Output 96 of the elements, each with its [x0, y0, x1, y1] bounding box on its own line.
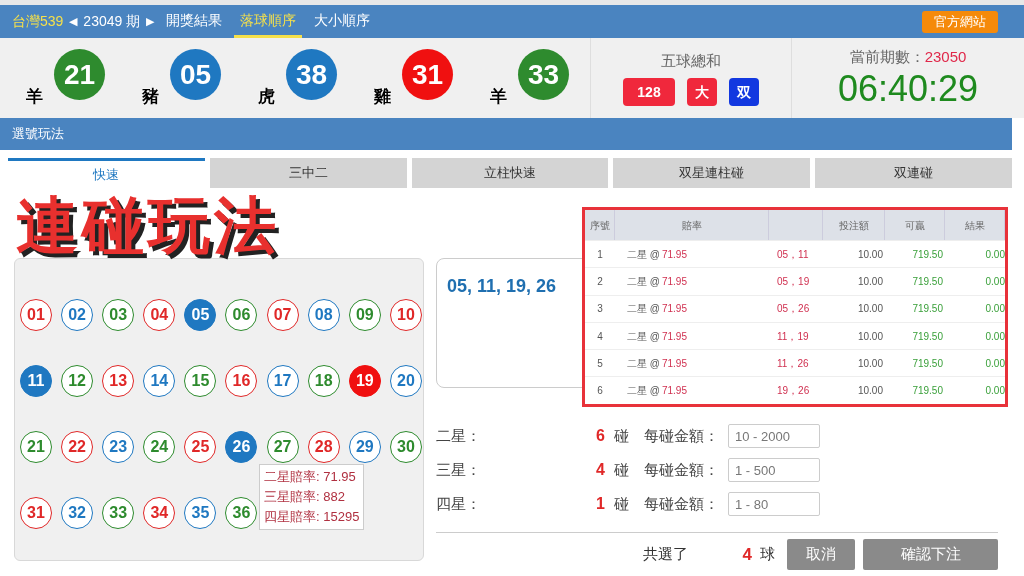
cancel-button[interactable]: 取消 [787, 539, 855, 570]
selected-numbers: 05, 11, 19, 26 [447, 276, 557, 296]
combo-unit: 碰 [614, 493, 630, 514]
star-label: 二星： [436, 425, 482, 446]
combo-unit: 碰 [614, 459, 630, 480]
table-cell-text: 719.50 [911, 302, 944, 317]
table-cell-text: 4 [596, 329, 604, 344]
play-tab[interactable]: 三中二 [209, 158, 407, 188]
table-cell-text: 0.00 [984, 247, 1005, 262]
table-cell-text: 719.50 [911, 329, 944, 344]
prev-arrow[interactable]: ◀ [69, 13, 78, 30]
odds-line: 三星賠率: 882 [264, 488, 346, 506]
table-cell-text: 719.50 [911, 247, 944, 262]
amount-field[interactable]: 1 - 500 [728, 458, 820, 482]
official-site-button[interactable]: 官方網站 [922, 10, 998, 33]
table-cell-text: 719.50 [911, 274, 944, 289]
table-cell-text: 二星 @ [627, 329, 660, 344]
result-tab[interactable]: 大小順序 [308, 5, 377, 38]
table-cell-text: 19，26 [776, 384, 811, 399]
amount-label: 每碰金額： [644, 493, 720, 514]
table-cell-text: 二星 @ [627, 384, 660, 399]
table-cell-text: 10.00 [856, 302, 884, 317]
odds-line: 四星賠率: 15295 [264, 508, 360, 526]
current-period-label: 當前期數： [849, 46, 925, 67]
table-cell-text: 0.00 [984, 274, 1005, 289]
total-unit: 球 [760, 544, 775, 565]
table-cell-text: 05，19 [776, 274, 811, 289]
countdown-timer: 06:40:29 [837, 68, 979, 111]
play-tab[interactable]: 双星連柱碰 [613, 158, 811, 188]
table-cell-text: 10.00 [856, 247, 884, 262]
sum-tag: 大 [686, 78, 717, 107]
amount-label: 每碰金額： [644, 459, 720, 480]
table-cell-text: 71.95 [661, 384, 687, 399]
total-label: 共選了 [642, 544, 689, 565]
amount-field[interactable]: 10 - 2000 [728, 424, 820, 448]
odds-line: 二星賠率: 71.95 [264, 468, 357, 486]
combo-count: 6 [596, 426, 606, 446]
table-cell-text: 5 [596, 356, 604, 371]
table-cell-text: 71.95 [661, 356, 687, 371]
table-cell-text: 10.00 [856, 274, 884, 289]
table-cell-text: 11，26 [776, 356, 810, 371]
table-cell-text: 1 [596, 247, 604, 262]
table-cell-text: 0.00 [984, 356, 1005, 371]
table-cell-text: 05，26 [776, 302, 811, 317]
amount-field[interactable]: 1 - 80 [728, 492, 820, 516]
period-number: 23049 期 [83, 12, 141, 31]
combo-count: 1 [596, 494, 606, 514]
overlay-title: 連碰玩法 [16, 192, 280, 260]
zodiac-label: 雞 [374, 85, 391, 108]
star-label: 四星： [436, 493, 482, 514]
table-cell-text: 3 [596, 302, 604, 317]
column-header: 序號 [589, 218, 610, 233]
table-cell-text: 二星 @ [627, 302, 660, 317]
next-arrow[interactable]: ▶ [146, 13, 155, 30]
table-cell-text: 71.95 [661, 247, 687, 262]
table-cell-text: 71.95 [661, 274, 687, 289]
column-header: 可贏 [904, 218, 925, 233]
column-header: 賠率 [681, 218, 702, 233]
table-cell-text: 11，19 [776, 329, 810, 344]
table-cell-text: 二星 @ [627, 274, 660, 289]
play-tab[interactable]: 立柱快速 [411, 158, 609, 188]
zodiac-label: 虎 [258, 85, 275, 108]
table-cell-text: 2 [596, 274, 604, 289]
column-header: 結果 [964, 218, 985, 233]
table-cell-text: 719.50 [911, 356, 944, 371]
table-cell-text: 6 [596, 384, 604, 399]
table-cell-text: 10.00 [856, 356, 884, 371]
star-label: 三星： [436, 459, 482, 480]
sum-label: 五球總和 [661, 50, 721, 71]
current-period: 23050 [924, 46, 967, 67]
sum-tag: 双 [728, 78, 759, 107]
zodiac-label: 豬 [142, 85, 159, 108]
combo-unit: 碰 [614, 425, 630, 446]
column-header: 投注額 [838, 218, 869, 233]
lottery-name: 台灣539 [12, 12, 64, 31]
amount-label: 每碰金額： [644, 425, 720, 446]
result-tab[interactable]: 開獎結果 [160, 5, 229, 38]
table-cell-text: 10.00 [856, 384, 884, 399]
table-cell-text: 0.00 [984, 384, 1005, 399]
table-cell-text: 719.50 [911, 384, 944, 399]
table-cell-text: 0.00 [984, 302, 1005, 317]
sum-tag: 128 [623, 78, 675, 107]
table-cell-text: 71.95 [661, 302, 687, 317]
zodiac-label: 羊 [490, 85, 507, 108]
play-tab[interactable]: 双連碰 [815, 158, 1012, 188]
table-cell-text: 0.00 [984, 329, 1005, 344]
confirm-bet-button[interactable]: 確認下注 [863, 539, 998, 570]
table-cell-text: 05，11 [776, 247, 810, 262]
table-cell-text: 二星 @ [627, 247, 660, 262]
table-cell-text: 二星 @ [627, 356, 660, 371]
combo-count: 4 [596, 460, 606, 480]
zodiac-label: 羊 [26, 85, 43, 108]
section-title: 選號玩法 [12, 125, 64, 144]
total-count: 4 [742, 543, 752, 566]
table-cell-text: 10.00 [856, 329, 884, 344]
table-cell-text: 71.95 [661, 329, 687, 344]
